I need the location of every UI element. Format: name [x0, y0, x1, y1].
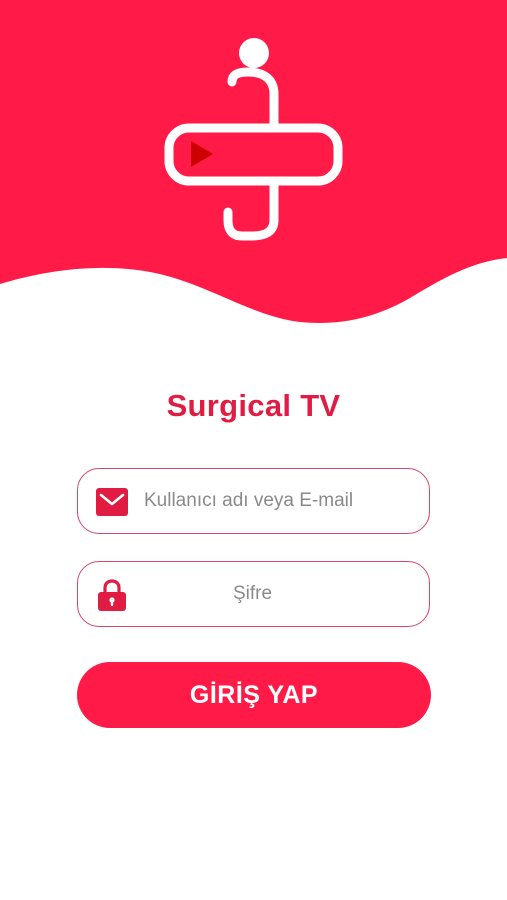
password-input[interactable] [130, 562, 375, 626]
lock-icon [98, 579, 126, 611]
hero-header [0, 0, 507, 330]
password-field[interactable] [77, 561, 430, 627]
envelope-icon [96, 488, 128, 516]
surgical-tv-logo [164, 38, 343, 241]
app-title: Surgical TV [166, 388, 341, 423]
username-field[interactable] [77, 468, 430, 534]
login-screen: Surgical TV GİRİŞ YAP [0, 0, 507, 900]
username-input[interactable] [140, 469, 424, 533]
login-button[interactable]: GİRİŞ YAP [77, 662, 431, 728]
play-icon [191, 141, 213, 167]
